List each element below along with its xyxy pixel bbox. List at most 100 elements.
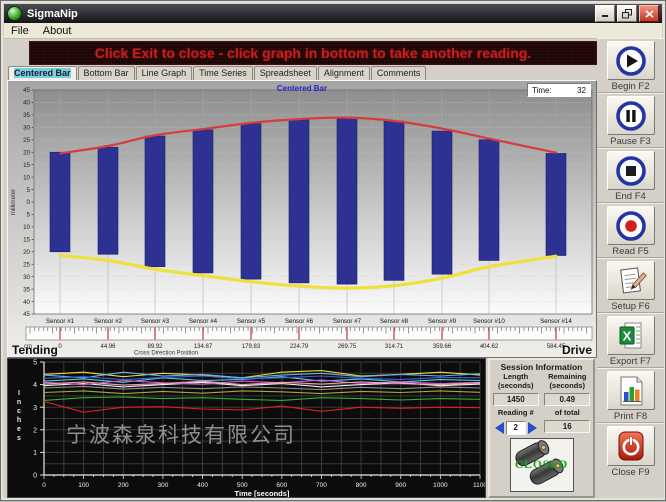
svg-text:35: 35 (23, 286, 30, 293)
nip-state-badge: CLOSED (511, 439, 573, 491)
read-button[interactable]: Read F5 (597, 203, 664, 258)
menu-bar: File About (4, 23, 662, 39)
restore-icon (622, 9, 632, 19)
svg-text:700: 700 (316, 482, 327, 489)
svg-text:0: 0 (42, 482, 46, 489)
svg-text:10: 10 (23, 224, 30, 231)
minimize-icon (601, 9, 610, 18)
svg-text:0: 0 (33, 473, 37, 480)
pause-button[interactable]: Pause F3 (597, 93, 664, 148)
svg-text:n: n (17, 399, 21, 406)
svg-text:5: 5 (27, 187, 31, 194)
svg-text:30: 30 (23, 274, 30, 281)
tab-alignment[interactable]: Alignment (318, 66, 370, 80)
svg-text:s: s (17, 435, 21, 442)
centered-bar-panel: 45403530252015105051015202530354045milli… (7, 80, 597, 358)
session-title: Session Information (490, 362, 593, 372)
svg-text:20: 20 (23, 149, 30, 156)
svg-text:15: 15 (23, 237, 30, 244)
pause-icon (614, 100, 648, 132)
remaining-label: Remaining (seconds) (543, 373, 591, 390)
svg-text:I: I (18, 390, 20, 397)
title-bar: SigmaNip (4, 4, 662, 23)
app-icon (7, 6, 22, 21)
tab-centered-bar[interactable]: Centered Bar (8, 66, 77, 80)
tending-side-label: Tending (12, 343, 58, 357)
maximize-button[interactable] (617, 5, 637, 22)
svg-text:1100: 1100 (473, 482, 485, 489)
play-icon (614, 45, 648, 77)
svg-text:Sensor #2: Sensor #2 (94, 318, 123, 325)
tab-spreadsheet[interactable]: Spreadsheet (254, 66, 317, 80)
svg-text:Sensor #5: Sensor #5 (237, 318, 266, 325)
tab-bottom-bar[interactable]: Bottom Bar (78, 66, 135, 80)
minimize-button[interactable] (595, 5, 615, 22)
svg-text:44.96: 44.96 (100, 344, 116, 350)
svg-text:2: 2 (33, 427, 37, 434)
reading-prev-arrow[interactable] (495, 422, 504, 434)
tab-comments[interactable]: Comments (371, 66, 427, 80)
svg-text:0: 0 (27, 199, 31, 206)
svg-text:45: 45 (23, 311, 30, 318)
svg-text:10: 10 (23, 174, 30, 181)
tab-time-series[interactable]: Time Series (193, 66, 253, 80)
svg-text:5: 5 (27, 212, 31, 219)
svg-text:300: 300 (157, 482, 168, 489)
reading-number-field[interactable]: 2 (506, 421, 526, 435)
svg-text:404.62: 404.62 (480, 344, 499, 350)
close-icon (645, 10, 654, 18)
begin-button[interactable]: Begin F2 (597, 38, 664, 93)
reading-label: Reading # (492, 409, 540, 418)
svg-text:900: 900 (395, 482, 406, 489)
app-window: SigmaNip File About Click Exit to close … (0, 0, 666, 501)
svg-text:3: 3 (33, 405, 37, 412)
stop-icon (614, 155, 648, 187)
svg-text:100: 100 (78, 482, 89, 489)
svg-text:15: 15 (23, 162, 30, 169)
svg-text:Sensor #6: Sensor #6 (285, 318, 314, 325)
svg-text:1000: 1000 (433, 482, 448, 489)
svg-text:200: 200 (118, 482, 129, 489)
record-icon (614, 210, 648, 242)
reading-next-arrow[interactable] (528, 422, 537, 434)
close-f9-button[interactable]: Close F9 (597, 423, 664, 478)
svg-text:e: e (17, 426, 21, 433)
export-button[interactable]: X Export F7 (597, 313, 664, 368)
excel-icon: X (614, 320, 648, 352)
svg-text:600: 600 (276, 482, 287, 489)
svg-text:millimeter: millimeter (10, 189, 17, 215)
svg-text:1: 1 (33, 450, 37, 457)
chart-doc-icon (614, 375, 648, 407)
setup-button[interactable]: Setup F6 (597, 258, 664, 313)
svg-text:Sensor #10: Sensor #10 (473, 318, 505, 325)
svg-text:c: c (17, 408, 21, 415)
svg-text:h: h (17, 417, 21, 424)
total-readings-value: 16 (544, 420, 590, 433)
print-button[interactable]: Print F8 (597, 368, 664, 423)
end-button[interactable]: End F4 (597, 148, 664, 203)
svg-text:Sensor #14: Sensor #14 (540, 318, 572, 325)
of-total-label: of total (543, 409, 591, 418)
time-label: Time: (532, 86, 552, 95)
svg-text:269.75: 269.75 (338, 344, 357, 350)
time-field[interactable]: Time: 32 (527, 83, 591, 97)
time-value: 32 (577, 86, 586, 95)
remaining-value: 0.49 (544, 393, 590, 406)
svg-text:25: 25 (23, 261, 30, 268)
banner-text: Click Exit to close - click graph in bot… (95, 45, 531, 61)
close-button[interactable] (639, 5, 659, 22)
menu-about[interactable]: About (36, 25, 79, 37)
svg-text:Time [seconds]: Time [seconds] (235, 489, 290, 497)
time-series-graph[interactable]: 012345Inches0100200300400500600700800900… (7, 358, 486, 498)
svg-text:224.79: 224.79 (290, 344, 309, 350)
tab-line-graph[interactable]: Line Graph (136, 66, 193, 80)
length-label: Length (seconds) (492, 373, 540, 390)
svg-text:400: 400 (197, 482, 208, 489)
svg-text:Sensor #8: Sensor #8 (380, 318, 409, 325)
svg-text:314.71: 314.71 (385, 344, 404, 350)
window-title: SigmaNip (27, 8, 78, 20)
svg-text:40: 40 (23, 100, 30, 107)
menu-file[interactable]: File (4, 25, 36, 37)
session-information-panel: Session Information Length (seconds) Rem… (488, 358, 595, 498)
svg-text:Sensor #3: Sensor #3 (141, 318, 170, 325)
